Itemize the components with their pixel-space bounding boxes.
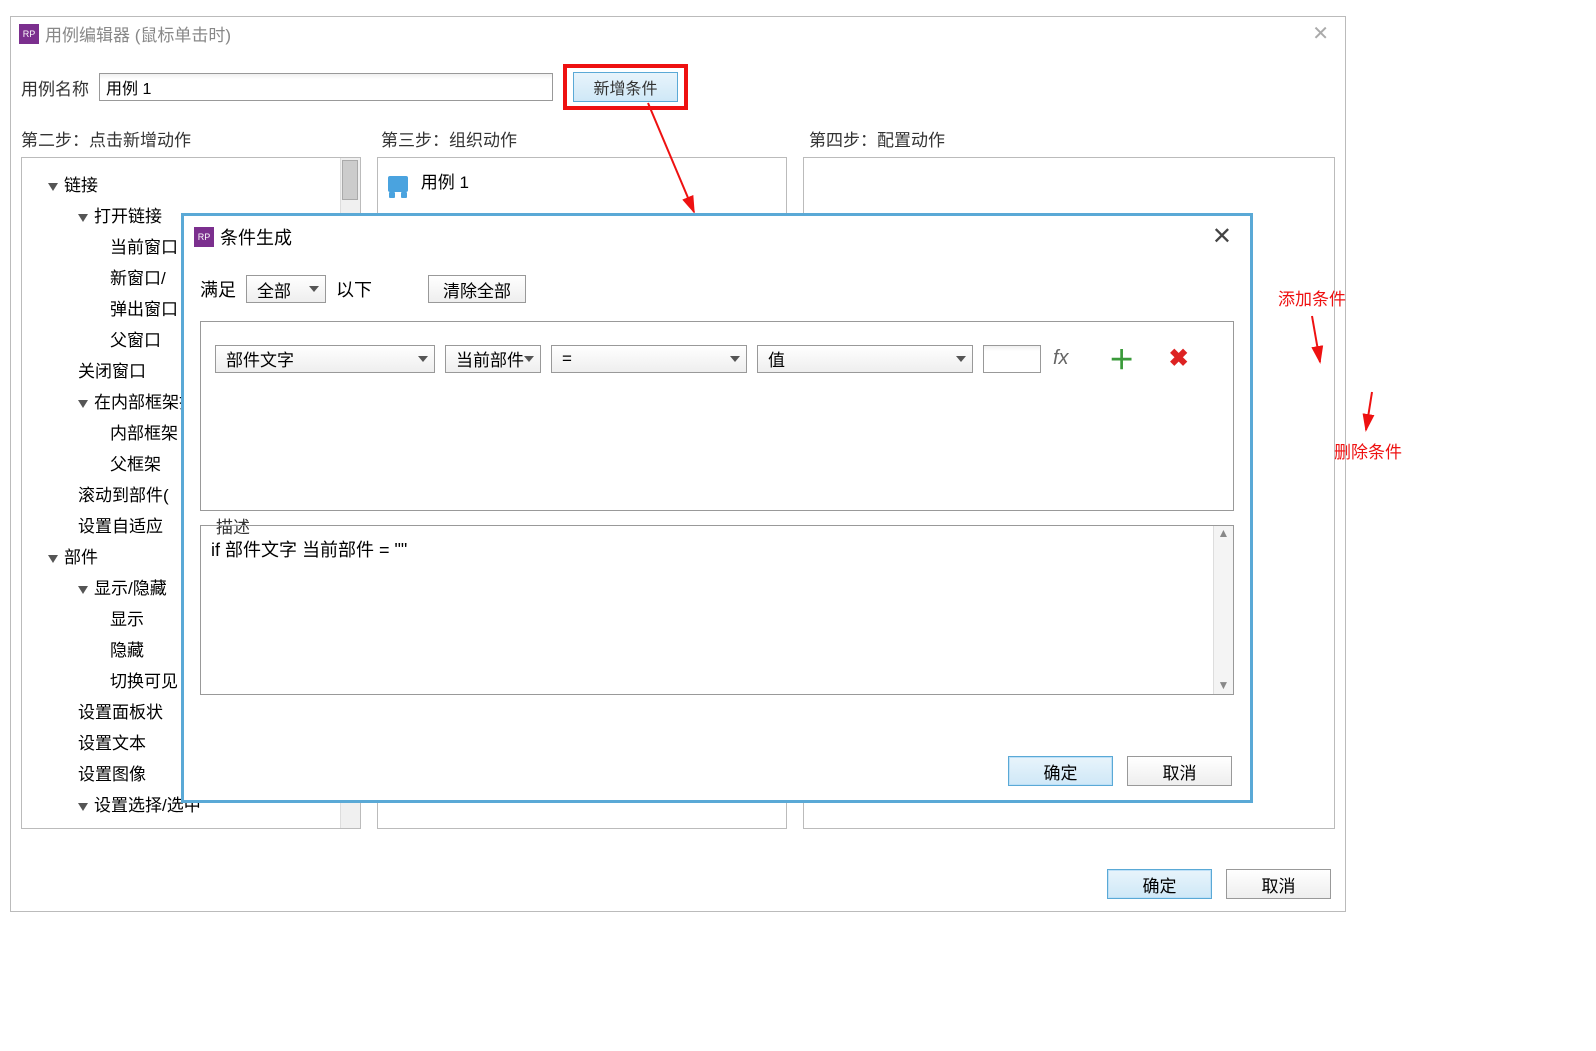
ok-button[interactable]: 确定 [1107,869,1212,899]
condition-row: 部件文字 当前部件 = 值 fx ＋ ✖ [215,340,1219,377]
fx-button[interactable]: fx [1051,347,1071,370]
chevron-down-icon [730,356,740,362]
caret-down-icon [78,400,88,408]
tree-item-label: 部件 [64,548,98,567]
target-select[interactable]: 当前部件 [445,345,541,373]
compare-type-select[interactable]: 值 [757,345,973,373]
tree-item-label: 父框架 [110,455,161,474]
tree-item-label: 设置图像 [78,765,146,784]
tree-item-label: 父窗口 [110,331,161,350]
tree-item-label: 链接 [64,176,98,195]
chevron-down-icon [309,286,319,292]
tree-item-label: 新窗口/ [110,269,166,288]
description-text: if 部件文字 当前部件 = "" [211,540,407,560]
tree-item-label: 隐藏 [110,641,144,660]
subject-select[interactable]: 部件文字 [215,345,435,373]
chevron-down-icon [524,356,534,362]
app-icon: RP [194,227,214,247]
tree-item-label: 设置文本 [78,734,146,753]
dialog-title: 条件生成 [220,224,292,250]
tree-item[interactable]: 链接 [26,168,356,199]
close-icon[interactable]: ✕ [1204,222,1240,251]
app-icon: RP [19,24,39,44]
caret-down-icon [78,586,88,594]
caret-down-icon [48,555,58,563]
ok-button[interactable]: 确定 [1008,756,1113,786]
scrollbar[interactable]: ▲▼ [1213,526,1233,694]
window-title: 用例编辑器 (鼠标单击时) [45,21,231,46]
step-2-label: 第二步：点击新增动作 [21,126,381,151]
suffix-label: 以下 [336,276,372,302]
step-4-label: 第四步：配置动作 [809,126,1335,151]
description-box: if 部件文字 当前部件 = "" ▲▼ [200,525,1234,695]
chevron-down-icon [956,356,966,362]
titlebar: RP 用例编辑器 (鼠标单击时) ✕ [11,17,1345,50]
tree-item-label: 切换可见 [110,672,178,691]
clear-all-button[interactable]: 清除全部 [428,275,526,303]
caret-down-icon [78,803,88,811]
scroll-thumb[interactable] [342,160,358,200]
tree-item-label: 显示 [110,610,144,629]
tree-item-label: 内部框架 [110,424,178,443]
tree-item-label: 显示/隐藏 [94,579,167,598]
delete-icon[interactable]: ✖ [1169,344,1189,373]
tree-item-label: 打开链接 [94,207,162,226]
operator-select[interactable]: = [551,345,747,373]
satisfy-label: 满足 [200,276,236,302]
step-3-label: 第三步：组织动作 [381,126,809,151]
tree-item-label: 设置面板状 [78,703,163,722]
case-item-label: 用例 1 [421,173,469,192]
plus-icon[interactable]: ＋ [1109,340,1135,377]
tree-item-label: 设置自适应 [78,517,163,536]
cancel-button[interactable]: 取消 [1226,869,1331,899]
chevron-down-icon [418,356,428,362]
condition-builder-dialog: RP 条件生成 ✕ 满足 全部 以下 清除全部 部件文字 当前部件 = 值 fx… [181,213,1253,803]
add-condition-button[interactable]: 新增条件 [573,72,678,102]
case-name-label: 用例名称 [21,75,89,100]
case-name-input[interactable] [99,73,553,101]
tree-item-label: 当前窗口 [110,238,178,257]
conditions-container: 部件文字 当前部件 = 值 fx ＋ ✖ [200,321,1234,511]
caret-down-icon [78,214,88,222]
compare-value-input[interactable] [983,345,1041,373]
tree-item-label: 滚动到部件( [78,486,169,505]
annotation-frame: 新增条件 [563,64,688,110]
caret-down-icon [48,183,58,191]
match-mode-select[interactable]: 全部 [246,275,326,303]
close-icon[interactable]: ✕ [1304,21,1337,46]
case-icon [388,176,408,192]
cancel-button[interactable]: 取消 [1127,756,1232,786]
tree-item-label: 弹出窗口 [110,300,178,319]
tree-item-label: 关闭窗口 [78,362,146,381]
